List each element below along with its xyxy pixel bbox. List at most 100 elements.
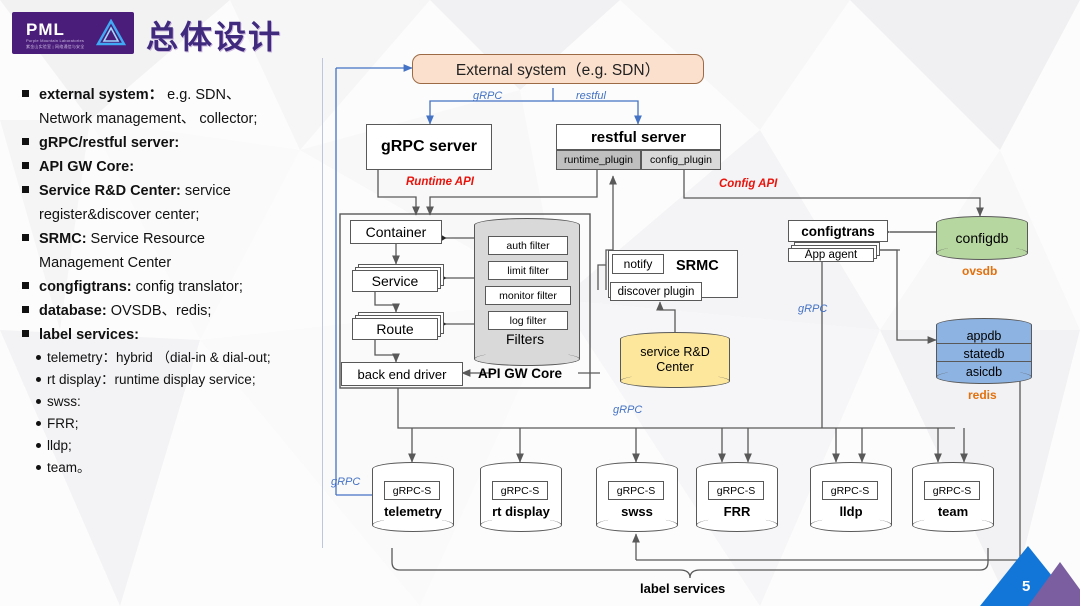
discover-plugin-label: discover plugin xyxy=(617,285,695,298)
notify-node[interactable]: notify xyxy=(612,254,664,274)
sub-bullet-item-5: team。 xyxy=(18,458,318,478)
container-node[interactable]: Container xyxy=(350,220,442,244)
config-plugin-node[interactable]: config_plugin xyxy=(641,150,721,170)
logo-subtitle-en: Purple Mountain Laboratories xyxy=(26,38,85,43)
sub-bullet-item-0: telemetry：hybrid （dial-in & dial-out; xyxy=(18,348,318,368)
grpc-s-label: gRPC-S xyxy=(830,484,870,497)
bullet-item-6: database: OVSDB、redis; xyxy=(18,300,318,322)
bullet-square-icon xyxy=(22,138,29,145)
bullet-dot-icon xyxy=(36,443,41,448)
appdb-row[interactable]: appdb xyxy=(936,329,1032,344)
rd-label-line2: Center xyxy=(656,360,694,374)
app-agent-node[interactable]: App agent xyxy=(788,242,880,262)
bullet-desc: service xyxy=(180,183,231,199)
back-end-driver-node[interactable]: back end driver xyxy=(341,362,463,386)
logo-wordmark: PML xyxy=(26,20,65,39)
bullet-dot-icon xyxy=(36,399,41,404)
bullet-square-icon xyxy=(22,162,29,169)
redis-label: redis xyxy=(968,388,997,402)
bullet-term: database: xyxy=(39,303,107,319)
service-label-lldp: lldp xyxy=(839,504,863,519)
log-filter-node[interactable]: log filter xyxy=(488,311,568,330)
sub-bullet-label: rt display：runtime display service; xyxy=(47,372,256,387)
restful-server-label: restful server xyxy=(590,128,687,146)
configtrans-node[interactable]: configtrans xyxy=(788,220,888,242)
service-label-rt-display: rt display xyxy=(492,504,550,519)
bullet-continuation: Network management、 collector; xyxy=(39,111,258,127)
service-rd-center-cylinder[interactable]: service R&D Center xyxy=(620,332,730,388)
statedb-row[interactable]: statedb xyxy=(936,347,1032,362)
configtrans-label: configtrans xyxy=(801,223,875,239)
bullet-dot-icon xyxy=(36,355,41,360)
service-label-telemetry: telemetry xyxy=(384,504,442,519)
route-node[interactable]: Route xyxy=(352,312,444,340)
bullet-term: label services: xyxy=(39,327,139,343)
auth-filter-label: auth filter xyxy=(506,239,550,252)
slide-root: PML Purple Mountain Laboratories 紫金山实验室 … xyxy=(0,0,1080,606)
label-services-caption: label services xyxy=(640,581,726,596)
monitor-filter-node[interactable]: monitor filter xyxy=(485,286,571,305)
external-system-node[interactable]: External system（e.g. SDN） xyxy=(412,54,704,84)
runtime-plugin-label: runtime_plugin xyxy=(564,154,633,166)
grpc-s-label: gRPC-S xyxy=(716,484,756,497)
bullet-desc: config translator; xyxy=(131,279,243,295)
grpc-s-label: gRPC-S xyxy=(932,484,972,497)
cyl-bottom xyxy=(372,518,454,532)
limit-filter-label: limit filter xyxy=(507,264,549,277)
bullet-continuation: register&discover center; xyxy=(39,207,200,223)
bullet-term: SRMC: xyxy=(39,231,87,247)
asicdb-row[interactable]: asicdb xyxy=(936,365,1032,379)
rd-label-line1: service R&D xyxy=(640,345,710,359)
cyl-bottom xyxy=(696,518,778,532)
auth-filter-node[interactable]: auth filter xyxy=(488,236,568,255)
service-stack-front: Service xyxy=(352,270,438,292)
back-end-driver-label: back end driver xyxy=(357,366,447,382)
grpc-s-label: gRPC-S xyxy=(392,484,432,497)
sub-bullet-item-4: lldp; xyxy=(18,436,318,456)
edge-label-restful-top: restful xyxy=(576,90,606,102)
restful-server-node[interactable]: restful server xyxy=(556,124,721,150)
discover-plugin-node[interactable]: discover plugin xyxy=(610,282,702,301)
service-label-swss: swss xyxy=(621,504,653,519)
monitor-filter-label: monitor filter xyxy=(499,289,557,302)
service-label: Service xyxy=(371,273,419,289)
bullet-item-5: congfigtrans: config translator; xyxy=(18,276,318,298)
bullet-square-icon xyxy=(22,330,29,337)
page-number: 5 xyxy=(1022,578,1031,595)
grpc-s-badge-team: gRPC-S xyxy=(924,481,980,500)
runtime-plugin-node[interactable]: runtime_plugin xyxy=(556,150,641,170)
grpc-s-label: gRPC-S xyxy=(616,484,656,497)
grpc-server-node[interactable]: gRPC server xyxy=(366,124,492,170)
limit-filter-node[interactable]: limit filter xyxy=(488,261,568,280)
cyl-bottom xyxy=(912,518,994,532)
bullet-item-4: SRMC: Service Resource Management Center xyxy=(18,228,318,274)
log-filter-label: log filter xyxy=(509,314,547,327)
grpc-s-badge-telemetry: gRPC-S xyxy=(384,481,440,500)
external-system-label: External system（e.g. SDN） xyxy=(455,62,661,79)
service-label-team: team xyxy=(937,504,969,519)
srmc-label: SRMC xyxy=(676,258,719,274)
grpc-label-left-rail: gRPC xyxy=(331,476,361,488)
bullet-dot-icon xyxy=(36,465,41,470)
bullet-term: gRPC/restful server: xyxy=(39,135,180,151)
config-api-label: Config API xyxy=(719,178,778,190)
sub-bullet-label: lldp; xyxy=(47,438,72,453)
bullet-item-1: gRPC/restful server: xyxy=(18,132,318,154)
filters-cyl-bottom xyxy=(474,352,580,366)
grpc-s-badge-frr: gRPC-S xyxy=(708,481,764,500)
cyl-bottom xyxy=(596,518,678,532)
configdb-label-wrap: configdb xyxy=(936,216,1028,260)
cyl-bottom xyxy=(810,518,892,532)
column-divider xyxy=(322,58,323,548)
rd-cyl-label-wrap: service R&D Center xyxy=(620,332,730,388)
grpc-s-badge-swss: gRPC-S xyxy=(608,481,664,500)
service-node[interactable]: Service xyxy=(352,264,444,292)
bullet-term: API GW Core: xyxy=(39,159,135,175)
configdb-cylinder[interactable]: configdb xyxy=(936,216,1028,260)
sub-bullet-label: team。 xyxy=(47,460,91,475)
grpc-s-badge-rt-display: gRPC-S xyxy=(492,481,548,500)
notify-label: notify xyxy=(623,257,653,271)
route-label: Route xyxy=(376,321,414,337)
bullet-square-icon xyxy=(22,186,29,193)
pml-logo: PML Purple Mountain Laboratories 紫金山实验室 … xyxy=(12,12,134,54)
